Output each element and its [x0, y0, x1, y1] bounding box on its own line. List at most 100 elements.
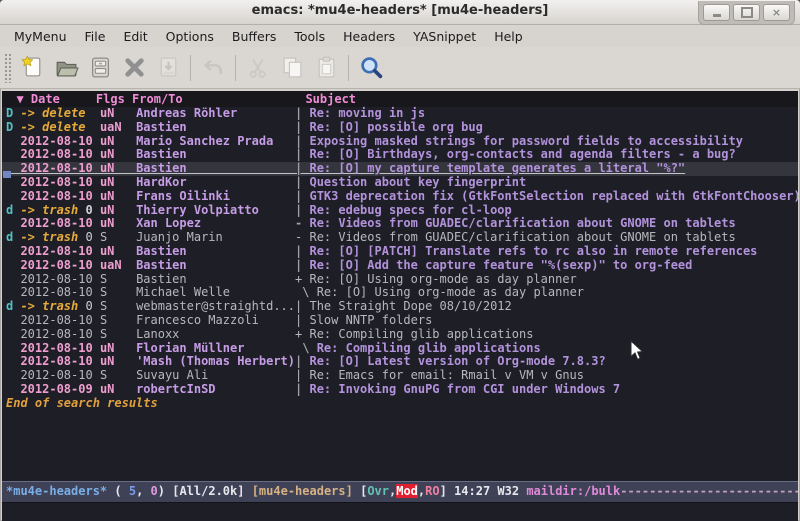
close-button[interactable]: ×	[763, 4, 790, 21]
open-file-button[interactable]	[49, 52, 83, 84]
menu-mymenu[interactable]: MyMenu	[6, 27, 75, 46]
end-of-search-results: End of search results	[2, 397, 798, 411]
date: 0	[78, 230, 100, 244]
list-item[interactable]: 2012-08-10 uN Frans Oilinki | GTK3 depre…	[2, 190, 798, 204]
list-item[interactable]: 2012-08-09 uN robertcInSD | Re: Invoking…	[2, 383, 798, 397]
save-icon	[88, 55, 113, 80]
thread-char: |	[295, 382, 309, 396]
mark-target: -> delete	[20, 120, 85, 134]
list-item[interactable]: 2012-08-10 uN 'Mash (Thomas Herbert)| Re…	[2, 355, 798, 369]
subject: Re: edebug specs for cl-loop	[309, 203, 511, 217]
subject: Re: [O] Using org-mode as day planner	[317, 285, 584, 299]
modeline-size: [All/2.0k]	[172, 484, 251, 498]
toolbar-grip[interactable]	[4, 53, 11, 83]
column-from-to[interactable]: From/To	[132, 92, 291, 106]
column-date[interactable]: ▼ Date	[2, 92, 96, 106]
list-item[interactable]: 2012-08-10 uN Bastien | Re: [O] my captu…	[2, 162, 798, 176]
modeline-maildir: maildir:/bulk	[526, 484, 620, 498]
list-item[interactable]: 2012-08-10 S Bastien + Re: [O] Using org…	[2, 273, 798, 287]
list-item[interactable]: D -> delete uN Andreas Röhler | Re: movi…	[2, 107, 798, 121]
delete-button[interactable]	[117, 52, 151, 84]
modeline-modified-flag[interactable]: Mod	[396, 484, 418, 498]
list-item[interactable]: d -> trash 0 S webmaster@straightd...| T…	[2, 300, 798, 314]
list-item[interactable]: 2012-08-10 S Michael Welle \ Re: [O] Usi…	[2, 286, 798, 300]
mark-target: -> trash	[20, 203, 78, 217]
mark-char	[6, 368, 20, 382]
date: 2012-08-10	[20, 368, 99, 382]
modeline-time: 14:27 W32	[454, 484, 526, 498]
toolbar	[0, 47, 800, 89]
list-item[interactable]: D -> delete uaN Bastien | Re: [O] possib…	[2, 121, 798, 135]
thread-char: |	[295, 120, 309, 134]
list-item[interactable]: 2012-08-10 uN Xan Lopez - Re: Videos fro…	[2, 217, 798, 231]
modeline-line-number: 5	[129, 484, 136, 498]
flags: uaN	[100, 258, 136, 272]
list-item[interactable]: 2012-08-10 S Lanoxx + Re: Compiling glib…	[2, 328, 798, 342]
list-item[interactable]: 2012-08-10 uN Mario Sanchez Prada | Expo…	[2, 135, 798, 149]
save-button[interactable]	[83, 52, 117, 84]
window-title: emacs: *mu4e-headers* [mu4e-headers]	[0, 3, 800, 18]
list-item[interactable]: 2012-08-10 uN HardKor | Question about k…	[2, 176, 798, 190]
subject: Re: [O] Using org-mode as day planner	[309, 272, 576, 286]
undo-button	[196, 52, 230, 84]
date: 2012-08-09	[20, 382, 99, 396]
minimize-icon	[713, 14, 721, 17]
list-item[interactable]: 2012-08-10 uaN Bastien | Re: [O] Add the…	[2, 259, 798, 273]
modeline-buffer-name[interactable]: *mu4e-headers*	[6, 484, 107, 498]
list-item[interactable]: 2012-08-10 uN Bastien | Re: [O] [PATCH] …	[2, 245, 798, 259]
headers-column-row[interactable]: ▼ Date Flgs From/To Subject	[2, 91, 798, 107]
minimize-button[interactable]	[703, 4, 730, 21]
menu-yasnippet[interactable]: YASnippet	[405, 27, 484, 46]
from: Bastien	[136, 120, 295, 134]
menu-tools[interactable]: Tools	[286, 27, 333, 46]
mode-line[interactable]: *mu4e-headers* ( 5, 0) [All/2.0k] [mu4e-…	[2, 481, 798, 503]
list-item[interactable]: d -> trash 0 S Juanjo Marin - Re: Videos…	[2, 231, 798, 245]
modeline-text: ,	[136, 484, 150, 498]
list-item[interactable]: 2012-08-10 uN Florian Müllner \ Re: Comp…	[2, 342, 798, 356]
paste-clipboard-icon	[314, 55, 339, 80]
modeline-major-mode[interactable]: [mu4e-headers]	[252, 484, 360, 498]
list-item[interactable]: 2012-08-10 S Suvayu Ali | Re: Emacs for …	[2, 369, 798, 383]
menu-edit[interactable]: Edit	[115, 27, 155, 46]
echo-area[interactable]	[2, 503, 798, 521]
new-file-button[interactable]	[15, 52, 49, 84]
maximize-button[interactable]	[733, 4, 760, 21]
modeline-overwrite-flag[interactable]: Ovr	[367, 484, 389, 498]
undo-icon	[201, 55, 226, 80]
menu-options[interactable]: Options	[158, 27, 222, 46]
new-file-icon	[20, 55, 45, 80]
titlebar[interactable]: emacs: *mu4e-headers* [mu4e-headers] ×	[0, 0, 800, 25]
date: 2012-08-10	[20, 327, 99, 341]
from: Juanjo Marin	[136, 230, 295, 244]
date	[85, 120, 99, 134]
list-item[interactable]: 2012-08-10 S Francesco Mazzoli | Slow NN…	[2, 314, 798, 328]
from: Xan Lopez	[136, 216, 295, 230]
column-flags[interactable]: Flgs	[96, 92, 132, 106]
subject: Re: [O] Latest version of Org-mode 7.8.3…	[309, 354, 605, 368]
mark-char	[6, 216, 20, 230]
modeline-readonly-flag[interactable]: RO	[425, 484, 439, 498]
search-button[interactable]	[354, 52, 388, 84]
mark-char: d	[6, 203, 20, 217]
subject: Slow NNTP folders	[309, 313, 432, 327]
menu-headers[interactable]: Headers	[335, 27, 403, 46]
flags: uN	[100, 134, 136, 148]
delete-x-icon	[122, 55, 147, 80]
flags: S	[100, 272, 136, 286]
menu-file[interactable]: File	[77, 27, 114, 46]
modeline-text: )	[158, 484, 172, 498]
save-as-icon	[156, 55, 181, 80]
thread-char: -	[295, 216, 309, 230]
column-subject[interactable]: Subject	[291, 92, 356, 106]
list-item[interactable]: 2012-08-10 uN Bastien | Re: [O] Birthday…	[2, 148, 798, 162]
flags: S	[100, 327, 136, 341]
flags: uN	[100, 175, 136, 189]
mark-char	[6, 272, 20, 286]
flags: uaN	[100, 120, 136, 134]
subject: Re: Invoking GnuPG from CGI under Window…	[309, 382, 620, 396]
thread-char: +	[295, 327, 309, 341]
menu-help[interactable]: Help	[486, 27, 531, 46]
list-item[interactable]: d -> trash 0 uN Thierry Volpiatto | Re: …	[2, 204, 798, 218]
menu-buffers[interactable]: Buffers	[224, 27, 284, 46]
from: Michael Welle	[136, 285, 295, 299]
